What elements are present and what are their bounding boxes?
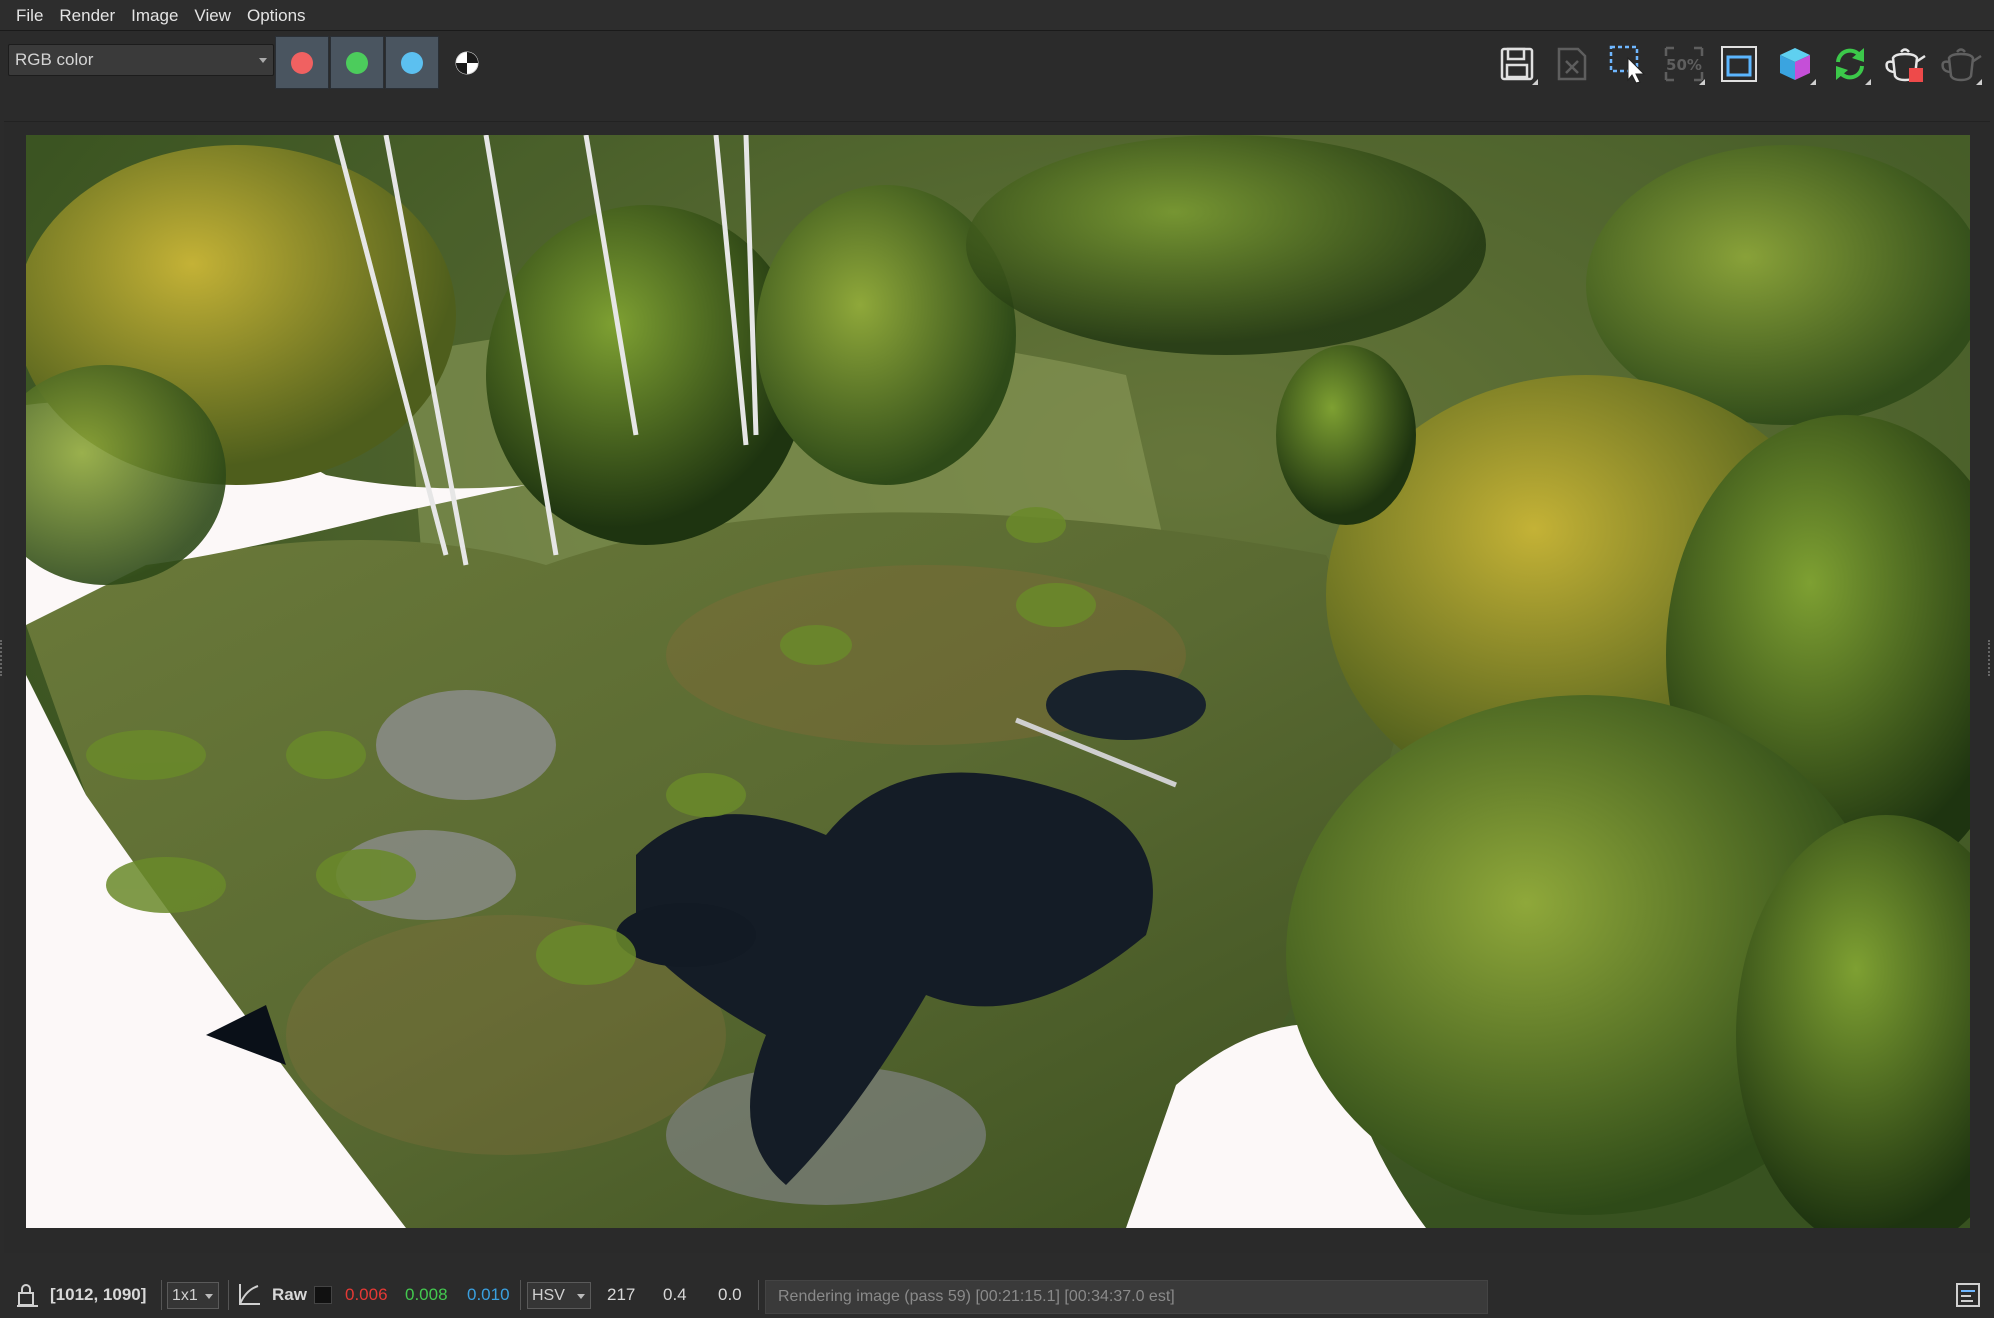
swatch-box (314, 1286, 332, 1304)
menu-view[interactable]: View (186, 0, 239, 31)
color-swatch (314, 1272, 332, 1318)
chevron-down-icon (205, 1294, 213, 1299)
menu-bar: File Render Image View Options (0, 0, 1994, 31)
value-value: 0.0 (718, 1285, 742, 1304)
divider (161, 1280, 162, 1310)
blue-channel-button[interactable] (385, 36, 439, 89)
save-icon (1500, 47, 1534, 81)
menu-options[interactable]: Options (239, 0, 314, 31)
clear-button[interactable] (1547, 39, 1597, 89)
dropdown-corner-icon (1976, 79, 1982, 85)
forest-pond-render (26, 135, 1970, 1228)
divider (758, 1280, 759, 1310)
red-channel-button[interactable] (275, 36, 329, 89)
curve-icon (239, 1284, 260, 1305)
green-value: 0.008 (405, 1285, 448, 1304)
menu-render[interactable]: Render (51, 0, 123, 31)
red-dot-icon (291, 51, 313, 74)
blue-dot-icon (401, 51, 423, 74)
log-panel-icon (1956, 1283, 1980, 1307)
refresh-button[interactable] (1825, 39, 1875, 89)
sample-mode: Raw (272, 1285, 307, 1304)
green-channel-button[interactable] (330, 36, 384, 89)
blue-value: 0.010 (467, 1285, 510, 1304)
teapot-icon (1941, 48, 1982, 82)
clear-icon (1557, 47, 1587, 81)
dropdown-corner-icon (1699, 79, 1705, 85)
zoom-50-button[interactable]: 50% (1659, 39, 1709, 89)
left-splitter-grip[interactable] (0, 640, 6, 676)
save-button[interactable] (1492, 39, 1542, 89)
pixel-coords: [1012, 1090] (50, 1285, 147, 1304)
color-space-select[interactable]: HSV (527, 1282, 591, 1309)
right-splitter-grip[interactable] (1988, 640, 1994, 676)
region-select-button[interactable] (1603, 39, 1653, 89)
divider (228, 1280, 229, 1310)
alpha-icon (455, 51, 479, 74)
saturation-value: 0.4 (663, 1285, 687, 1304)
frame-button[interactable] (1714, 39, 1764, 89)
render-progress-text: Rendering image (pass 59) [00:21:15.1] [… (778, 1288, 1175, 1305)
toolbar: RGB color 50% (0, 31, 1994, 121)
menu-image[interactable]: Image (123, 0, 186, 31)
hue-value: 217 (607, 1285, 636, 1304)
green-dot-icon (346, 51, 368, 74)
teapot-render-icon (1885, 48, 1926, 82)
scale-select[interactable]: 1x1 (167, 1282, 219, 1309)
cube-icon (1780, 48, 1810, 80)
divider (520, 1280, 521, 1310)
teapot-button[interactable] (1936, 39, 1986, 89)
lock-icon (17, 1284, 38, 1307)
menu-file[interactable]: File (8, 0, 51, 31)
status-bar: [1012, 1090] 1x1 Raw 0.006 0.008 0.010 H… (0, 1272, 1994, 1318)
scale-value: 1x1 (172, 1286, 198, 1304)
dropdown-corner-icon (1810, 79, 1816, 85)
region-select-icon (1609, 45, 1646, 84)
curve-button[interactable] (236, 1272, 262, 1318)
rendered-image[interactable] (26, 135, 1970, 1228)
frame-icon (1721, 46, 1757, 82)
red-value: 0.006 (345, 1285, 388, 1304)
alpha-channel-button[interactable] (452, 36, 482, 89)
scene-button[interactable] (1770, 39, 1820, 89)
lock-button[interactable] (16, 1272, 40, 1318)
zoom-badge: 50% (1666, 56, 1702, 74)
channel-select-value: RGB color (15, 50, 94, 69)
render-button[interactable] (1880, 39, 1930, 89)
channel-select[interactable]: RGB color (8, 44, 274, 76)
refresh-icon (1836, 48, 1864, 80)
zoom-50-icon: 50% (1664, 46, 1704, 82)
chevron-down-icon (577, 1294, 585, 1299)
render-progress: Rendering image (pass 59) [00:21:15.1] [… (765, 1280, 1488, 1314)
log-button[interactable] (1955, 1272, 1981, 1318)
dropdown-corner-icon (1532, 79, 1538, 85)
color-space-value: HSV (532, 1286, 565, 1304)
chevron-down-icon (259, 58, 267, 63)
dropdown-corner-icon (1865, 79, 1871, 85)
